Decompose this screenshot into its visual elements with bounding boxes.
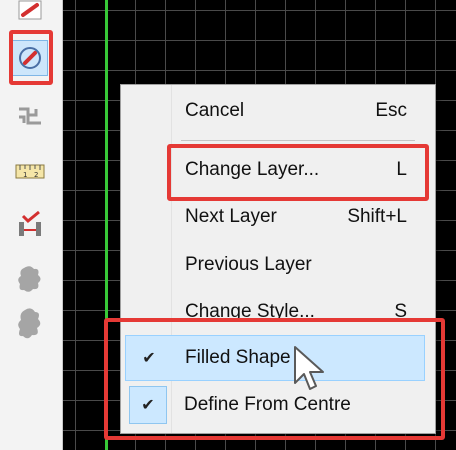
- menu-item-next-layer[interactable]: Next Layer Shift+L: [121, 195, 435, 241]
- menu-item-label: Cancel: [185, 100, 245, 121]
- annotation-highlight-tool: [9, 30, 53, 85]
- menu-item-shortcut: Esc: [375, 100, 407, 121]
- menu-item-label: Next Layer: [185, 206, 277, 227]
- menu-item-previous-layer[interactable]: Previous Layer: [121, 243, 435, 289]
- menu-item-shortcut: Shift+L: [347, 206, 407, 227]
- svg-text:2: 2: [34, 171, 38, 179]
- annotation-highlight-check-options: [104, 318, 445, 440]
- eraser-icon: [18, 0, 42, 20]
- svg-text:1: 1: [23, 171, 27, 179]
- ruler-icon: 1 2: [15, 164, 45, 179]
- dimension-check-icon: [19, 210, 41, 236]
- cloud-tool-2[interactable]: [12, 306, 48, 342]
- menu-separator: [181, 140, 415, 141]
- mouse-cursor-icon: [294, 346, 324, 390]
- draw-shape-tool[interactable]: [12, 0, 48, 28]
- connector-tool[interactable]: [12, 97, 48, 133]
- cloud-blob-icon: [18, 266, 41, 292]
- measure-tool[interactable]: 1 2: [12, 153, 48, 189]
- circuit-icon: [19, 107, 41, 125]
- menu-item-label: Previous Layer: [185, 254, 312, 275]
- menu-item-cancel[interactable]: Cancel Esc: [121, 89, 435, 135]
- cloud-tool[interactable]: [12, 262, 48, 298]
- cloud-blob-icon: [18, 308, 41, 339]
- annotation-highlight-change-layer: [167, 144, 429, 201]
- dimension-tool[interactable]: [12, 206, 48, 242]
